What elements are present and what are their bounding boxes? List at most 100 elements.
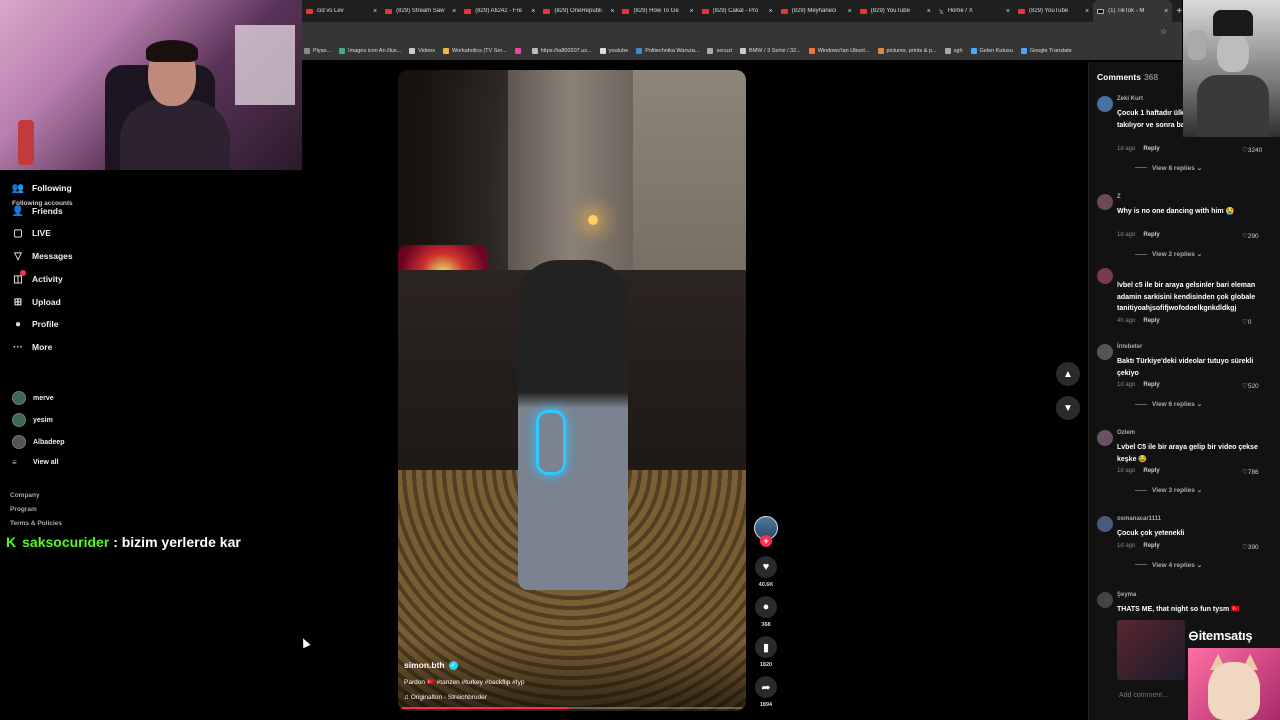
tab-close-icon[interactable]: × <box>848 8 852 15</box>
tab-close-icon[interactable]: × <box>1085 8 1089 15</box>
footer-program-link[interactable]: Program <box>10 506 37 513</box>
nav-item-following[interactable]: 👥 Following <box>12 182 72 194</box>
comment-like[interactable]: ♡390 <box>1242 543 1259 551</box>
comment-username[interactable]: Zeki Kurt <box>1117 96 1143 102</box>
comment-username[interactable]: Ozlem <box>1117 430 1135 436</box>
comment-icon[interactable]: ● <box>755 596 777 618</box>
address-bar-area[interactable] <box>302 22 1182 42</box>
bookmark-item[interactable]: Piyas... <box>304 48 331 54</box>
browser-tab[interactable]: (829) Cakal - Pro × <box>698 0 777 22</box>
tab-close-icon[interactable]: × <box>689 8 693 15</box>
tab-close-icon[interactable]: × <box>531 8 535 15</box>
tab-close-icon[interactable]: × <box>1164 8 1168 15</box>
tab-close-icon[interactable]: × <box>452 8 456 15</box>
tab-close-icon[interactable]: × <box>373 8 377 15</box>
view-replies-button[interactable]: View 6 replies ⌄ <box>1135 400 1202 408</box>
comment-avatar[interactable] <box>1097 592 1113 608</box>
comment-username[interactable]: İntebeter <box>1117 344 1142 350</box>
bookmark-item[interactable]: Videos <box>409 48 435 54</box>
tab-close-icon[interactable]: × <box>610 8 614 15</box>
comment-username[interactable]: osmanacar1111 <box>1117 516 1161 522</box>
view-replies-button[interactable]: View 4 replies ⌄ <box>1135 561 1202 569</box>
comment-avatar[interactable] <box>1097 516 1113 532</box>
new-tab-icon[interactable]: + <box>1176 6 1182 17</box>
comment-avatar[interactable] <box>1097 430 1113 446</box>
view-replies-button[interactable]: View 3 replies ⌄ <box>1135 486 1202 494</box>
browser-tab[interactable]: 𝕏 Home / X × <box>935 0 1014 22</box>
comment-action[interactable]: ● 368 <box>754 596 778 628</box>
reply-button[interactable]: Reply <box>1143 543 1159 549</box>
bookmark-icon[interactable]: ▮ <box>755 636 777 658</box>
like-action[interactable]: ♥ 40.6K <box>754 556 778 588</box>
previous-video-chevron-up-icon[interactable]: ▲ <box>1056 362 1080 386</box>
comment-avatar[interactable] <box>1097 268 1113 284</box>
account-item-albadeep[interactable]: Albadeep <box>12 435 65 449</box>
browser-tab[interactable]: (1) TikTok - M × <box>1093 0 1173 22</box>
bookmark-item[interactable]: Workaholics (TV Ser... <box>442 48 507 54</box>
video-player[interactable]: simon.bth ✓ Pardon 🇹🇷 #tanzen #turkey #b… <box>398 70 746 711</box>
comment-avatar[interactable] <box>1097 344 1113 360</box>
reply-button[interactable]: Reply <box>1143 232 1159 238</box>
reply-button[interactable]: Reply <box>1143 382 1159 388</box>
comment-like[interactable]: ♡0 <box>1242 318 1251 326</box>
save-action[interactable]: ▮ 1820 <box>754 636 778 668</box>
follow-plus-icon[interactable]: + <box>760 535 772 547</box>
share-icon[interactable]: ➦ <box>755 676 777 698</box>
bookmark-star-icon[interactable]: ☆ <box>1160 27 1167 36</box>
browser-tab[interactable]: (829) Stream Saw × <box>381 0 460 22</box>
comment-like[interactable]: ♡786 <box>1242 468 1259 476</box>
comment-avatar[interactable] <box>1097 96 1113 112</box>
nav-item-profile[interactable]: ● Profile <box>12 318 58 330</box>
bookmark-item[interactable]: Windows'tan Ubunt... <box>808 48 870 54</box>
video-author[interactable]: simon.bth ✓ <box>404 660 458 670</box>
tab-close-icon[interactable]: × <box>769 8 773 15</box>
comment-attached-image[interactable] <box>1117 620 1185 680</box>
nav-item-more[interactable]: ··· More <box>12 341 52 353</box>
bookmark-item[interactable]: BMW / 3 Serisi / 32... <box>740 48 801 54</box>
account-item-merve[interactable]: merve <box>12 391 54 405</box>
view-all-accounts-link[interactable]: ≡ View all <box>12 458 59 467</box>
reply-button[interactable]: Reply <box>1143 146 1159 152</box>
bookmark-item[interactable]: Google Translate <box>1020 48 1072 54</box>
share-action[interactable]: ➦ 1894 <box>754 676 778 708</box>
reply-button[interactable]: Reply <box>1143 318 1159 324</box>
nav-item-upload[interactable]: ⊞ Upload <box>12 296 61 308</box>
bookmark-item[interactable]: Images icon An illus... <box>339 48 401 54</box>
bookmark-item[interactable]: secuzi <box>707 48 732 54</box>
view-replies-button[interactable]: View 2 replies ⌄ <box>1135 250 1202 258</box>
tab-close-icon[interactable]: × <box>927 8 931 15</box>
add-comment-input[interactable]: Add comment... <box>1119 692 1168 699</box>
browser-tab[interactable]: (829) YouTube × <box>856 0 935 22</box>
view-replies-button[interactable]: View 8 replies ⌄ <box>1135 164 1202 172</box>
footer-company-link[interactable]: Company <box>10 492 40 499</box>
next-video-chevron-down-icon[interactable]: ▼ <box>1056 396 1080 420</box>
browser-tab[interactable]: (829) OneRepubli × <box>539 0 618 22</box>
bookmark-item[interactable]: https://ia800207.us... <box>531 48 592 54</box>
comment-username[interactable]: Z <box>1117 194 1121 200</box>
browser-tab[interactable]: (829) YouTube × <box>1014 0 1093 22</box>
comment-like[interactable]: ♡520 <box>1242 382 1259 390</box>
video-progress-bar[interactable] <box>402 707 742 709</box>
account-item-yesim[interactable]: yesim <box>12 413 53 427</box>
browser-tab[interactable]: (829) Meyhaneci × <box>777 0 856 22</box>
footer-terms-link[interactable]: Terms & Policies <box>10 520 62 527</box>
nav-item-messages[interactable]: ▽ Messages <box>12 250 73 262</box>
nav-item-activity[interactable]: ◫ Activity <box>12 270 63 285</box>
reply-button[interactable]: Reply <box>1143 468 1159 474</box>
comment-username[interactable]: Şeyma <box>1117 592 1136 598</box>
bookmark-item[interactable]: sgh <box>944 48 963 54</box>
browser-tab[interactable]: cid vs Lev × <box>302 0 381 22</box>
bookmark-item[interactable]: Gelen Kutusu <box>970 48 1013 54</box>
heart-icon[interactable]: ♥ <box>755 556 777 578</box>
browser-tab[interactable]: (829) How To Ge × <box>618 0 697 22</box>
comment-avatar[interactable] <box>1097 194 1113 210</box>
browser-tab[interactable]: (829) Ati242 - Fre × <box>460 0 539 22</box>
tab-close-icon[interactable]: × <box>1006 8 1010 15</box>
video-music[interactable]: ♫ Originalton - Streichbruder <box>404 694 487 701</box>
bookmark-item[interactable] <box>514 48 524 54</box>
bookmark-item[interactable]: pictures, prints & p... <box>877 48 937 54</box>
comment-like[interactable]: ♡3240 <box>1242 146 1262 154</box>
bookmark-item[interactable]: Politechnika Warsza... <box>636 48 699 54</box>
comment-like[interactable]: ♡290 <box>1242 232 1259 240</box>
bookmark-item[interactable]: youtube <box>599 48 628 54</box>
